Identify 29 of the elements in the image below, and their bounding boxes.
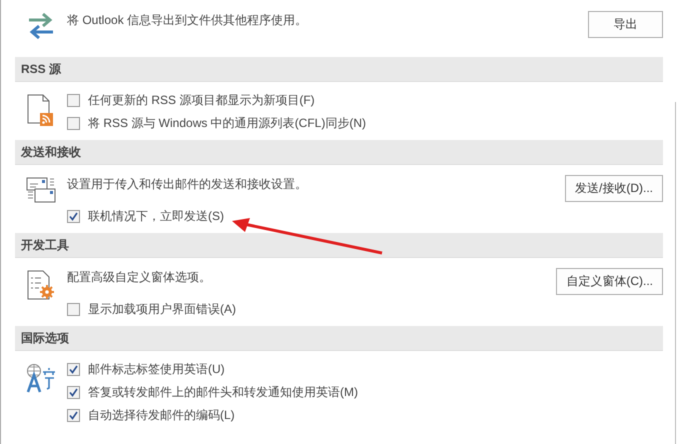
checkbox[interactable] xyxy=(67,94,80,107)
option-label: 联机情况下，立即发送(S) xyxy=(88,208,224,225)
arrows-icon xyxy=(27,13,55,39)
action-button[interactable]: 发送/接收(D)... xyxy=(565,175,663,202)
description-text: 设置用于传入和传出邮件的发送和接收设置。 xyxy=(67,176,307,193)
option-label: 将 RSS 源与 Windows 中的通用源列表(CFL)同步(N) xyxy=(88,115,366,132)
action-button[interactable]: 导出 xyxy=(588,11,663,38)
description-text: 配置高级自定义窗体选项。 xyxy=(67,269,211,286)
section-header: 国际选项 xyxy=(15,326,663,351)
section-header: 发送和接收 xyxy=(15,140,663,165)
option-label: 自动选择待发邮件的编码(L) xyxy=(88,407,235,424)
checkbox[interactable] xyxy=(67,117,80,130)
checkbox[interactable] xyxy=(67,363,80,376)
envelopes-icon xyxy=(26,177,56,203)
checkbox[interactable] xyxy=(67,409,80,422)
checkbox[interactable] xyxy=(67,210,80,223)
language-icon xyxy=(25,363,57,393)
settings-list-icon xyxy=(27,270,55,300)
option-label: 显示加载项用户界面错误(A) xyxy=(88,301,236,318)
rss-document-icon xyxy=(27,94,55,126)
section-header: RSS 源 xyxy=(15,57,663,82)
option-label: 邮件标志标签使用英语(U) xyxy=(88,361,225,378)
checkbox[interactable] xyxy=(67,386,80,399)
option-label: 任何更新的 RSS 源项目都显示为新项目(F) xyxy=(88,92,315,109)
option-label: 答复或转发邮件上的邮件头和转发通知使用英语(M) xyxy=(88,384,358,401)
checkbox[interactable] xyxy=(67,303,80,316)
section-header: 开发工具 xyxy=(15,233,663,258)
action-button[interactable]: 自定义窗体(C)... xyxy=(556,268,663,295)
description-text: 将 Outlook 信息导出到文件供其他程序使用。 xyxy=(67,12,308,29)
